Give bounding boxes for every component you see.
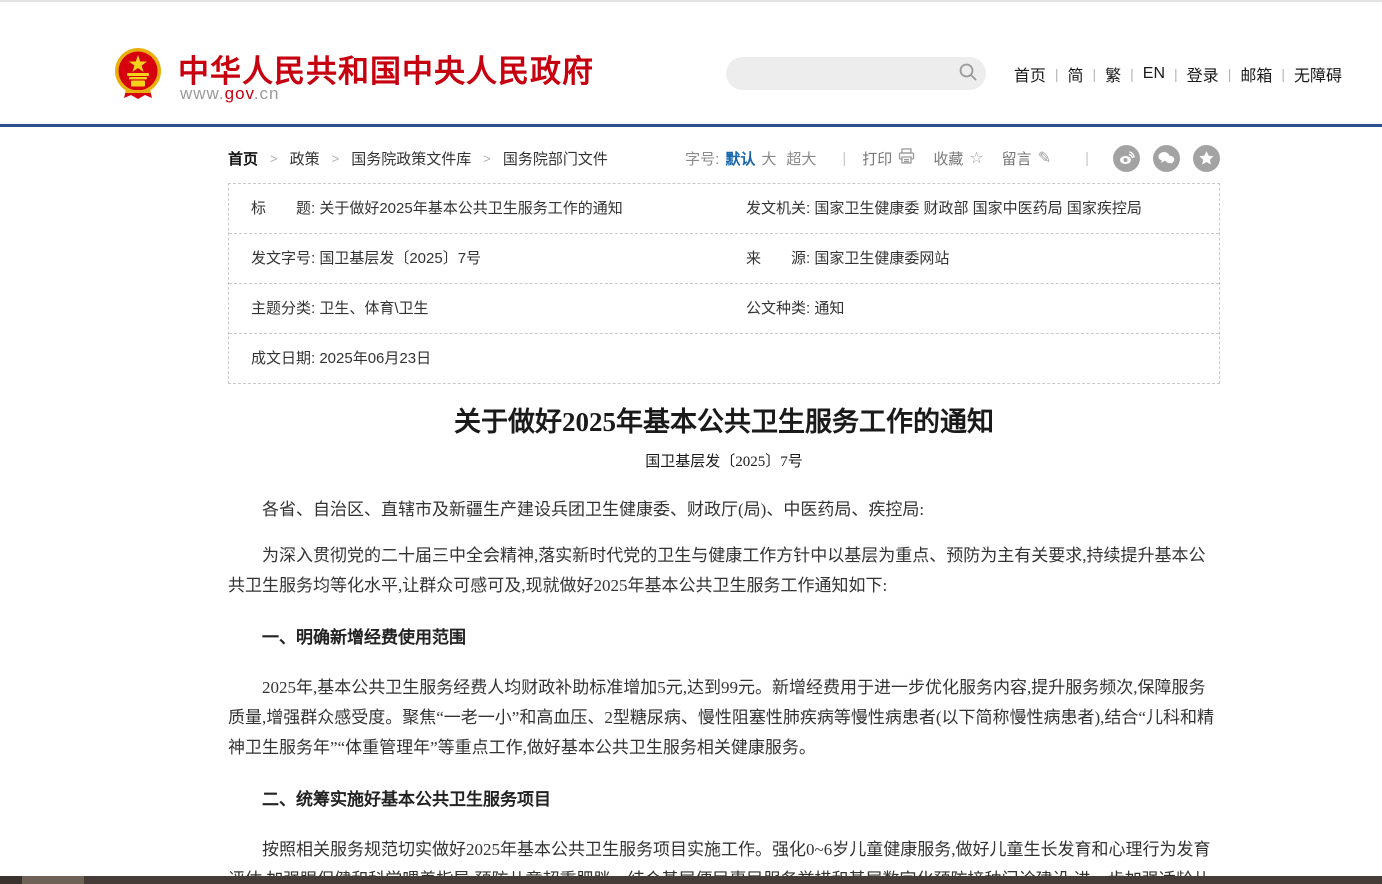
meta-row-category-type: 主题分类: 卫生、体育\卫生 公文种类: 通知	[229, 284, 1219, 334]
national-emblem-icon	[112, 46, 164, 102]
bottom-bar-segment	[22, 876, 84, 884]
font-size-xlarge-button[interactable]: 超大	[786, 148, 816, 169]
comment-label: 留言	[1002, 148, 1032, 169]
nav-mailbox[interactable]: 邮箱	[1240, 62, 1272, 86]
meta-source-label: 来 源:	[746, 250, 810, 267]
paragraph-salutation: 各省、自治区、直辖市及新疆生产建设兵团卫生健康委、财政厅(局)、中医药局、疾控局…	[228, 495, 1220, 525]
bottom-bar	[0, 876, 1382, 884]
search-input[interactable]	[726, 57, 950, 90]
breadcrumb-department-documents[interactable]: 国务院部门文件	[503, 148, 608, 169]
meta-issuing-agency: 发文机关: 国家卫生健康委 财政部 国家中医药局 国家疾控局	[724, 184, 1219, 233]
search-icon	[958, 62, 978, 85]
nav-separator: |	[1055, 66, 1059, 82]
nav-separator: |	[1281, 66, 1285, 82]
meta-row-number-source: 发文字号: 国卫基层发〔2025〕7号 来 源: 国家卫生健康委网站	[229, 234, 1219, 284]
meta-date-label: 成文日期:	[251, 350, 315, 367]
font-size-label: 字号:	[685, 148, 719, 169]
meta-category-label: 主题分类:	[251, 300, 315, 317]
document-body: 各省、自治区、直辖市及新疆生产建设兵团卫生健康委、财政厅(局)、中医药局、疾控局…	[228, 495, 1220, 884]
nav-separator: |	[1093, 66, 1097, 82]
nav-simplified[interactable]: 简	[1067, 62, 1083, 86]
star-icon: ☆	[969, 148, 983, 168]
meta-title: 标 题: 关于做好2025年基本公共卫生服务工作的通知	[229, 184, 724, 233]
document-meta-table: 标 题: 关于做好2025年基本公共卫生服务工作的通知 发文机关: 国家卫生健康…	[228, 183, 1220, 384]
meta-row-date: 成文日期: 2025年06月23日	[229, 334, 1219, 383]
document-number: 国卫基层发〔2025〕7号	[228, 450, 1220, 471]
nav-separator: |	[1174, 66, 1178, 82]
meta-row-title-agency: 标 题: 关于做好2025年基本公共卫生服务工作的通知 发文机关: 国家卫生健康…	[229, 184, 1219, 234]
bottom-bar-segment	[0, 876, 22, 884]
printer-icon	[898, 148, 915, 169]
meta-title-label: 标 题:	[251, 200, 315, 217]
meta-empty-cell	[724, 334, 1219, 383]
section-heading-1: 一、明确新增经费使用范围	[228, 623, 1220, 653]
favorite-label: 收藏	[933, 148, 963, 169]
meta-agency-value: 国家卫生健康委 财政部 国家中医药局 国家疾控局	[814, 200, 1142, 217]
meta-date-value: 2025年06月23日	[319, 350, 431, 367]
nav-english[interactable]: EN	[1143, 65, 1165, 83]
site-url: www.gov.cn	[180, 84, 279, 104]
meta-doc-type: 公文种类: 通知	[724, 284, 1219, 333]
toolbar-divider: |	[1085, 150, 1089, 167]
weibo-share-icon[interactable]	[1113, 145, 1140, 172]
breadcrumb-policy-library[interactable]: 国务院政策文件库	[351, 148, 471, 169]
nav-separator: |	[1228, 66, 1232, 82]
meta-agency-label: 发文机关:	[746, 200, 810, 217]
font-size-default-button[interactable]: 默认	[725, 148, 755, 169]
meta-type-value: 通知	[814, 300, 844, 317]
meta-type-label: 公文种类:	[746, 300, 810, 317]
chevron-right-icon: >	[332, 151, 340, 166]
nav-login[interactable]: 登录	[1187, 62, 1219, 86]
font-size-large-button[interactable]: 大	[761, 148, 776, 169]
header-nav: 首页 | 简 | 繁 | EN | 登录 | 邮箱 | 无障碍	[1014, 62, 1342, 86]
meta-number-label: 发文字号:	[251, 250, 315, 267]
site-url-cn: .cn	[254, 84, 280, 103]
breadcrumb: 首页 > 政策 > 国务院政策文件库 > 国务院部门文件	[228, 148, 608, 169]
pencil-icon: ✎	[1038, 148, 1051, 168]
qzone-share-icon[interactable]	[1193, 145, 1220, 172]
search-box[interactable]	[726, 57, 986, 90]
print-button[interactable]: 打印	[862, 148, 915, 169]
print-label: 打印	[862, 148, 892, 169]
search-button[interactable]	[950, 57, 986, 90]
meta-date: 成文日期: 2025年06月23日	[229, 334, 724, 383]
main-content: 首页 > 政策 > 国务院政策文件库 > 国务院部门文件 字号: 默认 大 超大…	[228, 141, 1220, 884]
wechat-share-icon[interactable]	[1153, 145, 1180, 172]
nav-separator: |	[1130, 66, 1134, 82]
meta-number-value: 国卫基层发〔2025〕7号	[319, 250, 481, 267]
share-icons	[1113, 145, 1220, 172]
comment-button[interactable]: 留言 ✎	[1002, 148, 1051, 169]
site-header: 中华人民共和国中央人民政府 www.gov.cn 首页 | 简 | 繁 | EN…	[0, 2, 1382, 127]
meta-source-value: 国家卫生健康委网站	[814, 250, 949, 267]
section-heading-2: 二、统筹实施好基本公共卫生服务项目	[228, 785, 1220, 815]
article: 关于做好2025年基本公共卫生服务工作的通知 国卫基层发〔2025〕7号 各省、…	[228, 404, 1220, 884]
site-url-gov: gov	[225, 84, 254, 103]
page-tools: 字号: 默认 大 超大 | 打印 收藏 ☆ 留言	[685, 145, 1220, 172]
chevron-right-icon: >	[270, 151, 278, 166]
site-url-www: www.	[180, 84, 225, 103]
favorite-button[interactable]: 收藏 ☆	[933, 148, 983, 169]
meta-category-value: 卫生、体育\卫生	[319, 300, 428, 317]
nav-traditional[interactable]: 繁	[1105, 62, 1121, 86]
paragraph-section-1: 2025年,基本公共卫生服务经费人均财政补助标准增加5元,达到99元。新增经费用…	[228, 673, 1220, 763]
meta-doc-number: 发文字号: 国卫基层发〔2025〕7号	[229, 234, 724, 283]
nav-accessibility[interactable]: 无障碍	[1294, 62, 1342, 86]
nav-home[interactable]: 首页	[1014, 62, 1046, 86]
chevron-right-icon: >	[483, 151, 491, 166]
document-title: 关于做好2025年基本公共卫生服务工作的通知	[228, 404, 1220, 440]
toolbar-divider: |	[842, 150, 846, 167]
paragraph-intro: 为深入贯彻党的二十届三中全会精神,落实新时代党的卫生与健康工作方针中以基层为重点…	[228, 541, 1220, 601]
bottom-bar-segment	[84, 876, 1382, 884]
breadcrumb-policy[interactable]: 政策	[290, 148, 320, 169]
breadcrumb-toolbar-row: 首页 > 政策 > 国务院政策文件库 > 国务院部门文件 字号: 默认 大 超大…	[228, 141, 1220, 175]
breadcrumb-home[interactable]: 首页	[228, 148, 258, 169]
meta-category: 主题分类: 卫生、体育\卫生	[229, 284, 724, 333]
meta-source: 来 源: 国家卫生健康委网站	[724, 234, 1219, 283]
meta-title-value: 关于做好2025年基本公共卫生服务工作的通知	[319, 200, 622, 217]
